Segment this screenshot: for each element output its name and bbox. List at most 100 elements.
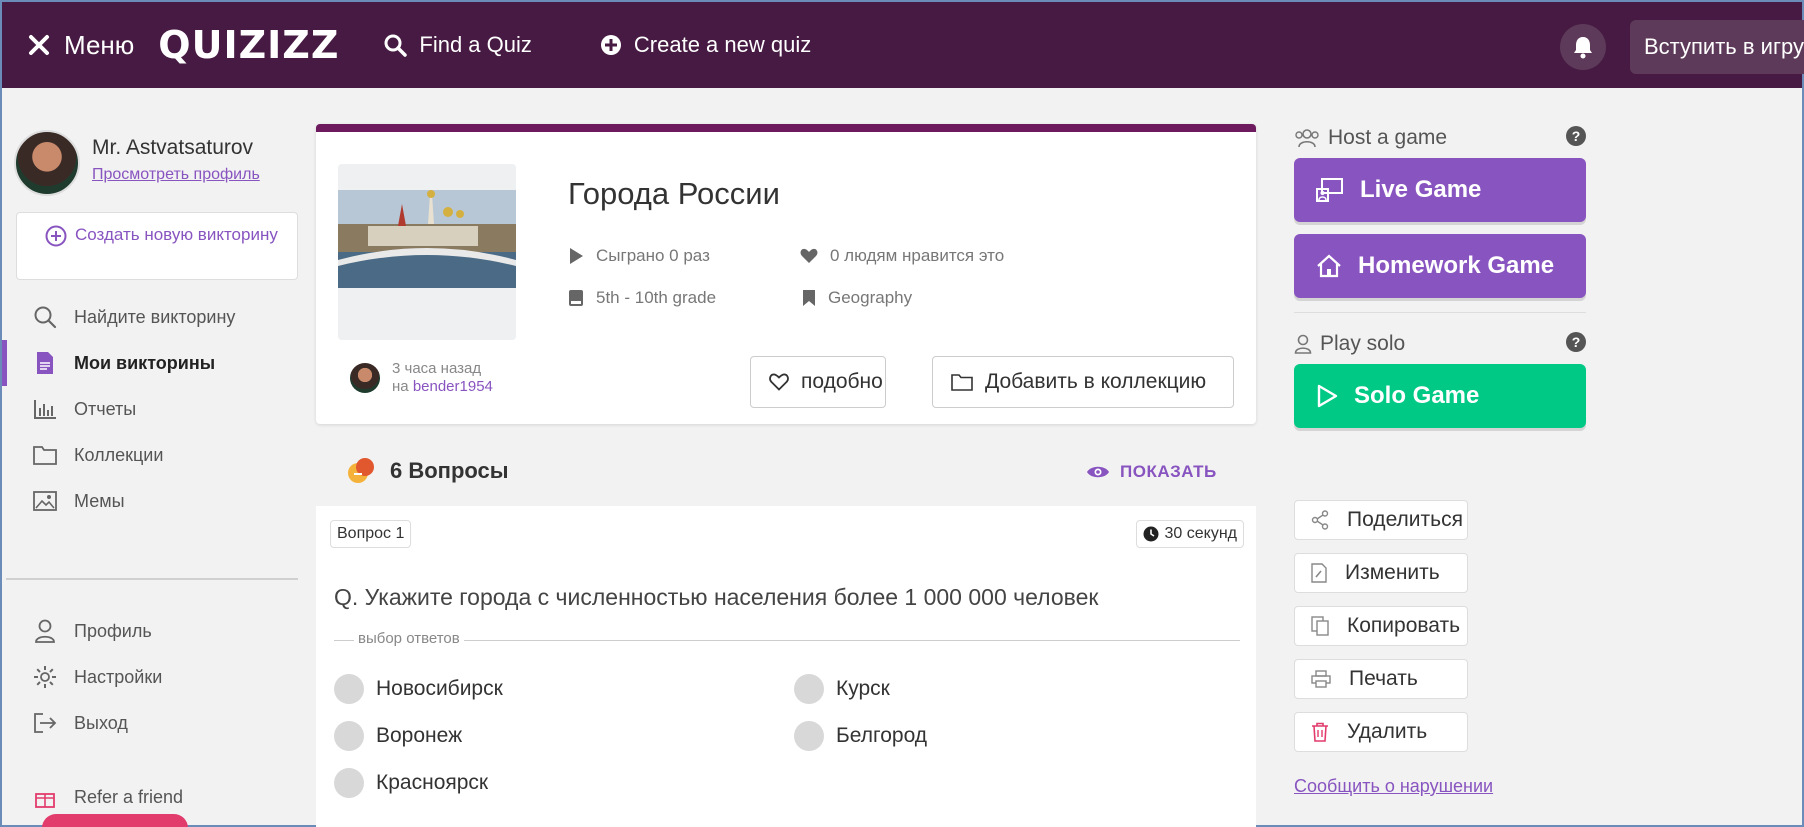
grade-info: 5th - 10th grade [568, 288, 716, 308]
print-label: Печать [1349, 667, 1418, 690]
help-icon[interactable]: ? [1566, 332, 1586, 352]
menu-label: Меню [64, 29, 135, 60]
gift-icon [32, 786, 58, 808]
sidebar-item-reports[interactable]: Отчеты [2, 386, 298, 432]
option-radio [334, 768, 364, 798]
delete-button[interactable]: Удалить [1294, 712, 1468, 752]
questions-icon [346, 456, 376, 486]
heart-icon [800, 248, 818, 264]
report-abuse-link[interactable]: Сообщить о нарушении [1294, 776, 1493, 797]
create-quiz-button[interactable]: Создать новую викторину [16, 212, 298, 280]
menu-button[interactable]: Меню [28, 30, 134, 61]
sidebar-item-settings[interactable]: Настройки [2, 654, 298, 700]
find-quiz-label: Find a Quiz [419, 32, 532, 57]
bell-icon [1572, 35, 1594, 59]
projector-icon [1316, 177, 1344, 203]
question-time-text: 30 секунд [1164, 525, 1238, 542]
create-quiz-link[interactable]: Create a new quiz [600, 32, 811, 58]
played-count: Сыграно 0 раз [568, 246, 710, 266]
sidebar-item-collections[interactable]: Коллекции [2, 432, 298, 478]
logout-icon [32, 712, 58, 734]
sidebar-item-label: Мои викторины [74, 352, 216, 373]
option-text: Красноярск [376, 771, 489, 794]
play-icon [568, 247, 584, 265]
sidebar-item-find-quiz[interactable]: Найдите викторину [2, 294, 298, 340]
create-quiz-label: Создать новую викторину [75, 225, 278, 244]
edit-label: Изменить [1345, 561, 1440, 584]
create-quiz-label: Create a new quiz [633, 32, 812, 57]
author-avatar[interactable] [350, 363, 380, 393]
edit-button[interactable]: Изменить [1294, 553, 1468, 593]
plus-circle-icon [600, 34, 622, 56]
question-time: 30 секунд [1135, 520, 1244, 548]
like-button[interactable]: подобно [750, 356, 886, 408]
add-to-collection-button[interactable]: Добавить в коллекцию [932, 356, 1234, 408]
question-card: Вопрос 1 30 секунд Q. Укажите города с ч… [316, 506, 1256, 827]
quiz-title: Города России [568, 176, 780, 211]
sidebar-item-label: Выход [74, 712, 128, 733]
sidebar-item-logout[interactable]: Выход [2, 700, 298, 746]
help-icon[interactable]: ? [1566, 126, 1586, 146]
gear-icon [32, 665, 58, 689]
refer-badge[interactable] [42, 814, 188, 827]
host-game-label: Host a game [1328, 126, 1448, 149]
eye-icon [1086, 464, 1110, 480]
share-label: Поделиться [1347, 508, 1463, 531]
top-bar: Меню QUIZIZZ Find a Quiz Create a new qu… [2, 2, 1804, 88]
questions-count: 6 Вопросы [390, 458, 509, 483]
sidebar-item-profile[interactable]: Профиль [2, 608, 298, 654]
document-icon [32, 351, 58, 375]
live-game-button[interactable]: Live Game [1294, 158, 1586, 222]
sidebar-item-memes[interactable]: Мемы [2, 478, 298, 524]
answer-option: Курск [794, 674, 890, 704]
play-outline-icon [1316, 384, 1338, 408]
find-quiz-link[interactable]: Find a Quiz [383, 32, 532, 58]
book-icon [568, 289, 584, 307]
print-button[interactable]: Печать [1294, 659, 1468, 699]
solo-game-button[interactable]: Solo Game [1294, 364, 1586, 428]
homework-game-label: Homework Game [1358, 252, 1555, 279]
share-button[interactable]: Поделиться [1294, 500, 1468, 540]
solo-game-label: Solo Game [1354, 382, 1480, 409]
show-answers-button[interactable]: ПОКАЗАТЬ [1086, 462, 1217, 482]
sidebar: Mr. Astvatsaturov Просмотреть профиль Со… [2, 88, 302, 827]
play-solo-label: Play solo [1320, 332, 1406, 355]
printer-icon [1311, 670, 1331, 688]
quizizz-logo[interactable]: QUIZIZZ [158, 23, 339, 67]
users-icon [1294, 128, 1320, 148]
option-text: Курск [836, 677, 890, 700]
heart-outline-icon [769, 373, 789, 391]
copy-label: Копировать [1347, 614, 1461, 637]
answer-option: Красноярск [334, 768, 488, 798]
view-profile-link[interactable]: Просмотреть профиль [92, 166, 260, 184]
author-link[interactable]: bender1954 [413, 378, 493, 395]
host-game-title: Host a game [1294, 126, 1447, 150]
home-icon [1316, 254, 1342, 278]
image-icon [32, 491, 58, 511]
right-divider [1294, 312, 1586, 313]
answer-type-label: выбор ответов [354, 630, 464, 647]
plus-circle-icon [45, 225, 67, 247]
show-answers-label: ПОКАЗАТЬ [1120, 462, 1217, 481]
search-icon [32, 305, 58, 329]
like-label: подобно [801, 370, 883, 393]
sidebar-divider [6, 578, 298, 580]
copy-button[interactable]: Копировать [1294, 606, 1468, 646]
join-game-button[interactable]: Вступить в игру! [1630, 20, 1804, 74]
homework-game-button[interactable]: Homework Game [1294, 234, 1586, 298]
share-icon [1311, 510, 1329, 530]
subject-text: Geography [828, 288, 913, 307]
profile-block: Mr. Astvatsaturov Просмотреть профиль [14, 130, 260, 196]
sidebar-item-label: Refer a friend [74, 786, 184, 807]
notifications-button[interactable] [1560, 24, 1606, 70]
option-text: Новосибирск [376, 677, 503, 700]
sidebar-item-label: Отчеты [74, 398, 137, 419]
sidebar-item-label: Профиль [74, 620, 152, 641]
bar-chart-icon [32, 398, 58, 420]
sidebar-item-refer[interactable]: Refer a friend [2, 782, 298, 812]
avatar[interactable] [14, 130, 80, 196]
likes-count: 0 людям нравится это [800, 246, 1004, 266]
sidebar-item-my-quizzes[interactable]: Мои викторины [2, 340, 298, 386]
created-time: 3 часа назад [392, 360, 482, 377]
quiz-card: Города России Сыграно 0 раз 0 людям нрав… [316, 124, 1256, 424]
